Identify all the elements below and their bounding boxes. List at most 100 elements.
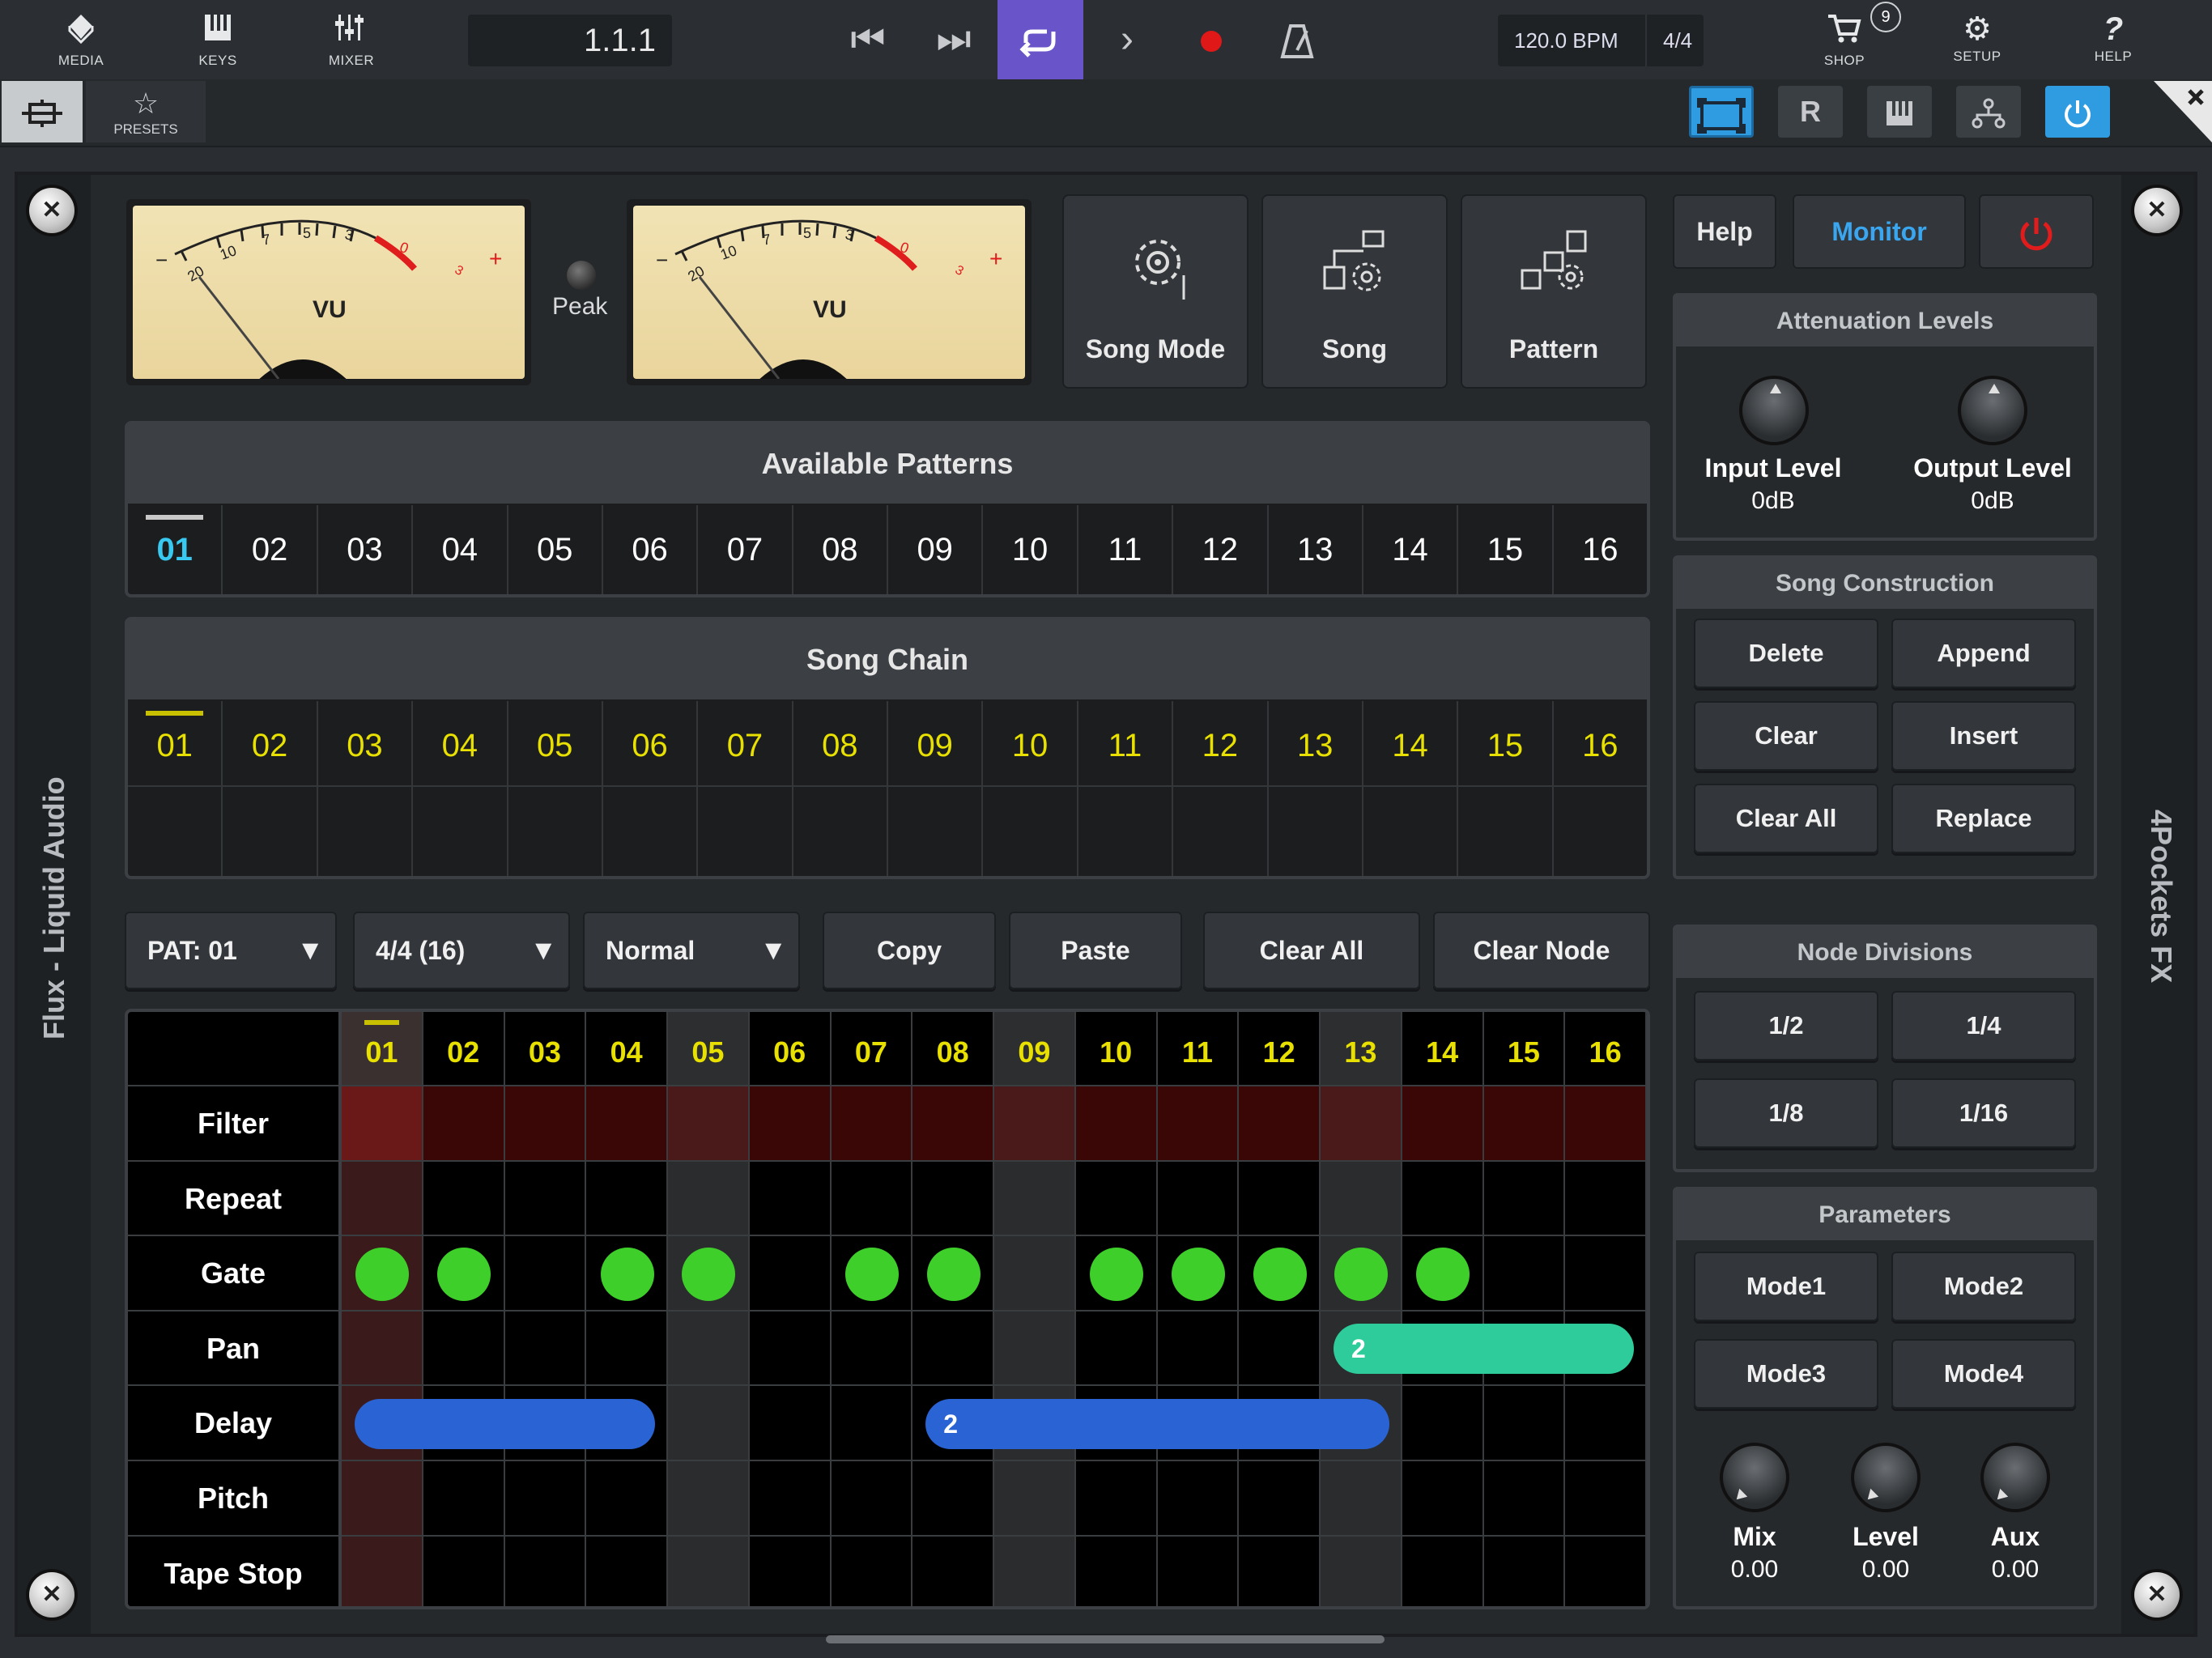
grid-cell[interactable] [1483,1461,1566,1537]
grid-cell[interactable] [1075,1311,1158,1387]
song-chain-slot[interactable]: 04 [413,701,508,785]
song-chain-slot[interactable]: 02 [223,701,318,785]
grid-cell[interactable] [668,1311,750,1387]
replace-button[interactable]: Replace [1891,784,2076,853]
grid-cell[interactable] [1565,1086,1647,1162]
grid-cell[interactable] [749,1236,832,1312]
grid-cell[interactable] [1321,1086,1402,1162]
grid-cell[interactable] [586,1461,668,1537]
metronome-button[interactable] [1257,0,1338,79]
grid-cell[interactable] [831,1311,913,1387]
grid-cell[interactable] [342,1461,423,1537]
song-chain-empty-slot[interactable] [508,787,603,876]
grid-cell[interactable] [668,1161,750,1237]
grid-step-header[interactable]: 01 [342,1012,423,1086]
skip-button[interactable]: ⏭ [913,0,994,79]
grid-cell[interactable] [1321,1161,1402,1237]
paste-button[interactable]: Paste [1009,912,1182,989]
division-quarter-button[interactable]: 1/4 [1891,991,2076,1061]
grid-step-header[interactable]: 06 [749,1012,832,1086]
grid-cell[interactable] [586,1311,668,1387]
gate-node[interactable] [355,1247,410,1301]
song-chain-slot[interactable]: 09 [888,701,984,785]
grid-cell[interactable] [342,1536,423,1606]
grid-step-header[interactable]: 02 [423,1012,505,1086]
mix-knob[interactable] [1720,1443,1789,1512]
gate-node[interactable] [1090,1247,1144,1301]
grid-cell[interactable] [1402,1536,1484,1606]
grid-step-header[interactable]: 11 [1157,1012,1240,1086]
pattern-button[interactable]: Pattern [1461,194,1647,389]
gate-node[interactable] [844,1247,899,1301]
grid-cell[interactable] [831,1161,913,1237]
help-button[interactable]: Help [1673,194,1776,269]
grid-cell[interactable] [1483,1161,1566,1237]
song-chain-slot[interactable]: 05 [508,701,603,785]
record-button[interactable] [1171,0,1252,79]
grid-cell[interactable] [1239,1536,1321,1606]
media-button[interactable]: MEDIA [32,11,130,76]
song-chain-empty-slot[interactable] [1554,787,1647,876]
grid-cell[interactable] [1483,1386,1566,1461]
gate-node[interactable] [600,1247,654,1301]
song-chain-empty-slot[interactable] [983,787,1078,876]
rewind-button[interactable]: ⏮ [827,0,908,79]
grid-cell[interactable] [1239,1461,1321,1537]
append-button[interactable]: Append [1891,619,2076,688]
grid-step-header[interactable]: 13 [1321,1012,1402,1086]
grid-cell[interactable] [504,1086,587,1162]
grid-cell[interactable] [1075,1161,1158,1237]
grid-cell[interactable] [1075,1086,1158,1162]
pattern-slot[interactable]: 08 [793,505,888,594]
keys-button[interactable]: KEYS [169,11,266,76]
plugin-power-button[interactable] [2045,86,2110,138]
grid-step-header[interactable]: 12 [1239,1012,1321,1086]
grid-cell[interactable] [504,1536,587,1606]
song-chain-empty-slot[interactable] [128,787,223,876]
mode-select[interactable]: Normal ▼ [583,912,800,989]
pattern-select[interactable]: PAT: 01 ▼ [125,912,337,989]
song-chain-empty-slot[interactable] [413,787,508,876]
grid-cell[interactable] [912,1161,994,1237]
r-button[interactable]: R [1778,86,1843,138]
tempo-display[interactable]: 120.0 BPM 4/4 [1498,15,1704,66]
grid-step-header[interactable]: 10 [1075,1012,1158,1086]
mode2-button[interactable]: Mode2 [1891,1252,2076,1321]
grid-step-header[interactable]: 15 [1483,1012,1566,1086]
pattern-slot[interactable]: 10 [983,505,1078,594]
grid-step-header[interactable]: 08 [912,1012,994,1086]
division-half-button[interactable]: 1/2 [1694,991,1878,1061]
song-chain-empty-slot[interactable] [888,787,984,876]
keyboard-button[interactable] [1867,86,1932,138]
grid-cell[interactable] [342,1086,423,1162]
song-chain-empty-slot[interactable] [223,787,318,876]
grid-cell[interactable] [668,1386,750,1461]
song-chain-slot[interactable]: 06 [603,701,699,785]
pattern-slot[interactable]: 04 [413,505,508,594]
gate-node[interactable] [1253,1247,1307,1301]
grid-cell[interactable] [1565,1461,1647,1537]
song-chain-slot[interactable]: 11 [1078,701,1174,785]
song-chain-slot[interactable]: 03 [318,701,414,785]
grid-cell[interactable] [1321,1461,1402,1537]
grid-cell[interactable] [831,1536,913,1606]
grid-cell[interactable] [1075,1461,1158,1537]
mode1-button[interactable]: Mode1 [1694,1252,1878,1321]
pattern-slot[interactable]: 13 [1269,505,1363,594]
gate-node[interactable] [926,1247,981,1301]
song-chain-empty-slot[interactable] [603,787,699,876]
gate-node[interactable] [1334,1247,1389,1301]
song-chain-slot[interactable]: 14 [1363,701,1459,785]
pattern-slot[interactable]: 05 [508,505,603,594]
song-chain-empty-slot[interactable] [1078,787,1174,876]
grid-cell[interactable] [749,1461,832,1537]
setup-button[interactable]: ⚙ SETUP [1929,11,2026,76]
song-chain-empty-slot[interactable] [793,787,888,876]
song-chain-slot[interactable]: 08 [793,701,888,785]
grid-cell[interactable] [912,1086,994,1162]
grid-cell[interactable] [749,1311,832,1387]
gate-node[interactable] [437,1247,491,1301]
clear-all-pattern-button[interactable]: Clear All [1203,912,1420,989]
clear-all-song-button[interactable]: Clear All [1694,784,1878,853]
grid-cell[interactable] [1565,1386,1647,1461]
